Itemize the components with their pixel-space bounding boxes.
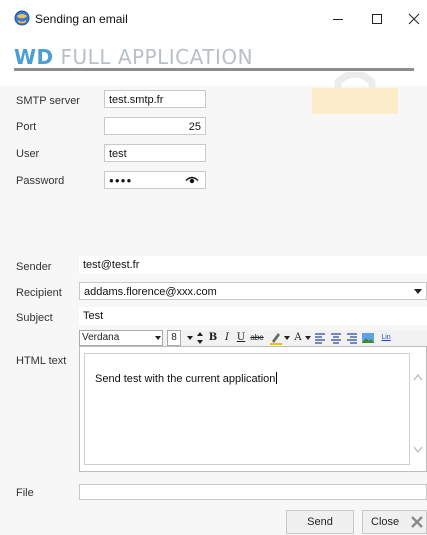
send-button[interactable]: Send — [286, 510, 354, 534]
user-label: User — [16, 148, 40, 160]
link-button[interactable]: Lin — [379, 330, 393, 346]
maximize-icon — [372, 14, 382, 24]
close-x-icon — [411, 516, 423, 528]
editor-toolbar: Verdana 8 B I U abe A Lin — [79, 330, 427, 346]
font-select[interactable]: Verdana — [79, 330, 163, 346]
align-left-icon[interactable] — [314, 332, 326, 344]
eye-icon[interactable] — [185, 176, 199, 185]
html-text-value: Send test with the current application — [95, 372, 278, 385]
app-logo: WD FULL APPLICATION — [14, 45, 254, 69]
size-stepper-icon[interactable] — [197, 331, 203, 345]
font-color-dropdown-icon[interactable] — [305, 336, 311, 340]
align-right-icon[interactable] — [346, 332, 358, 344]
window-title: Sending an email — [35, 12, 128, 26]
subject-label: Subject — [16, 312, 53, 324]
font-size-select[interactable]: 8 — [167, 330, 181, 346]
user-field[interactable]: test — [104, 144, 206, 162]
file-label: File — [16, 487, 34, 499]
close-button[interactable]: Close — [362, 510, 427, 534]
minimize-icon — [333, 19, 343, 20]
underline-button[interactable]: U — [235, 330, 247, 346]
port-label: Port — [16, 121, 37, 133]
size-dropdown-icon[interactable] — [187, 336, 193, 340]
html-editor-content[interactable]: Send test with the current application — [84, 353, 410, 465]
font-color-button[interactable]: A — [293, 330, 303, 346]
minimize-button[interactable] — [316, 6, 360, 32]
scroll-up-icon[interactable] — [413, 373, 423, 381]
sender-label: Sender — [16, 261, 52, 273]
header-separator — [14, 68, 414, 71]
subject-field[interactable]: Test — [79, 307, 427, 325]
close-icon — [408, 13, 420, 25]
port-field[interactable]: 25 — [104, 117, 206, 135]
highlight-pen-icon[interactable] — [269, 331, 283, 345]
password-field[interactable]: ●●●● — [104, 171, 206, 189]
app-header: WD FULL APPLICATION — [0, 36, 427, 114]
align-center-icon[interactable] — [330, 332, 342, 344]
recipient-value: addams.florence@xxx.com — [84, 286, 217, 298]
recipient-label: Recipient — [16, 287, 62, 299]
recipient-combo[interactable]: addams.florence@xxx.com — [79, 282, 427, 300]
highlight-dropdown-icon[interactable] — [284, 336, 290, 340]
sender-field[interactable]: test@test.fr — [79, 256, 427, 274]
smtp-server-field[interactable]: test.smtp.fr — [104, 90, 206, 108]
scroll-down-icon[interactable] — [413, 446, 423, 454]
image-icon[interactable] — [361, 331, 375, 345]
close-window-button[interactable] — [392, 6, 427, 32]
html-text-label: HTML text — [16, 355, 67, 367]
file-field[interactable] — [79, 484, 427, 500]
password-value: ●●●● — [109, 176, 133, 185]
globe-icon — [14, 10, 30, 26]
lock-decoration — [312, 72, 398, 114]
smtp-server-label: SMTP server — [16, 95, 80, 107]
title-bar: Sending an email — [0, 0, 427, 40]
strike-button[interactable]: abe — [249, 330, 265, 346]
email-window: Sending an email WD FULL APPLICATION SMT… — [0, 0, 427, 535]
password-label: Password — [16, 175, 65, 187]
italic-button[interactable]: I — [221, 330, 233, 346]
chevron-down-icon[interactable] — [414, 289, 422, 294]
font-dropdown-icon[interactable] — [155, 336, 161, 340]
html-editor[interactable]: Send test with the current application — [79, 346, 427, 472]
bold-button[interactable]: B — [207, 330, 219, 346]
